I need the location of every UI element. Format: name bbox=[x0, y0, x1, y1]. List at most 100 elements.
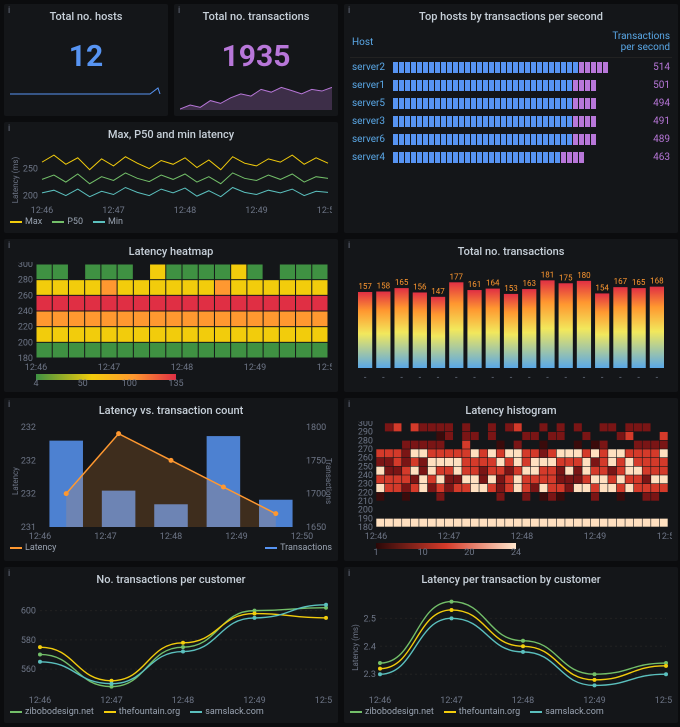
svg-text:1: 1 bbox=[373, 548, 378, 555]
svg-text:2.3: 2.3 bbox=[364, 670, 377, 680]
host-name[interactable]: server5 bbox=[350, 94, 391, 112]
svg-text:220: 220 bbox=[18, 323, 33, 333]
svg-text:200: 200 bbox=[18, 338, 33, 348]
svg-text:-: - bbox=[601, 373, 604, 382]
info-icon[interactable]: i bbox=[8, 400, 10, 410]
svg-text:12:50: 12:50 bbox=[317, 206, 332, 215]
svg-text:164: 164 bbox=[486, 279, 500, 288]
panel-title: Latency per transaction by customer bbox=[350, 573, 672, 586]
spark-area bbox=[180, 86, 332, 110]
svg-text:135: 135 bbox=[168, 379, 183, 386]
info-icon[interactable]: i bbox=[348, 569, 350, 579]
panel-lat-customer[interactable]: i Latency per transaction by customer 2.… bbox=[344, 567, 678, 723]
panel-total-tx-small[interactable]: i Total no. transactions 1935 bbox=[174, 4, 338, 116]
svg-text:280: 280 bbox=[18, 276, 33, 286]
svg-text:250: 250 bbox=[358, 462, 373, 472]
info-icon[interactable]: i bbox=[348, 400, 350, 410]
svg-text:154: 154 bbox=[595, 283, 609, 292]
host-name[interactable]: server2 bbox=[350, 58, 391, 77]
svg-text:290: 290 bbox=[358, 428, 373, 438]
host-value: 491 bbox=[610, 112, 672, 130]
host-name[interactable]: server1 bbox=[350, 76, 391, 94]
svg-text:-: - bbox=[492, 373, 495, 382]
svg-text:Latency (ms): Latency (ms) bbox=[11, 157, 20, 204]
svg-text:300: 300 bbox=[358, 421, 373, 429]
svg-text:-: - bbox=[546, 373, 549, 382]
host-name[interactable]: server6 bbox=[350, 130, 391, 148]
svg-text:12:49: 12:49 bbox=[244, 363, 266, 372]
svg-text:12:50: 12:50 bbox=[315, 696, 332, 705]
svg-text:12:49: 12:49 bbox=[583, 696, 605, 705]
svg-text:-: - bbox=[510, 373, 513, 382]
stat-value: 12 bbox=[10, 27, 162, 86]
svg-text:Transactions: Transactions bbox=[324, 458, 332, 504]
panel-title: No. transactions per customer bbox=[10, 573, 332, 586]
panel-title: Total no. hosts bbox=[10, 10, 162, 23]
table-row[interactable]: server4463 bbox=[350, 148, 672, 166]
info-icon[interactable]: i bbox=[178, 6, 180, 16]
svg-text:181: 181 bbox=[541, 270, 555, 279]
svg-text:-: - bbox=[473, 373, 476, 382]
svg-text:12:48: 12:48 bbox=[512, 696, 534, 705]
svg-text:230: 230 bbox=[358, 480, 373, 490]
svg-text:232: 232 bbox=[21, 456, 36, 466]
panel-latency-triple[interactable]: i Max, P50 and min latency 200250Latency… bbox=[4, 122, 338, 233]
svg-text:165: 165 bbox=[632, 278, 646, 287]
info-icon[interactable]: i bbox=[8, 569, 10, 579]
color-scale: 1102024 bbox=[350, 541, 672, 555]
info-icon[interactable]: i bbox=[8, 241, 10, 251]
svg-text:1800: 1800 bbox=[306, 423, 326, 433]
svg-text:190: 190 bbox=[358, 514, 373, 524]
combo-chart: 2312322322321650170017501800LatencyTrans… bbox=[10, 421, 332, 541]
panel-tx-customer[interactable]: i No. transactions per customer 56058060… bbox=[4, 567, 338, 723]
panel-title: Total no. transactions bbox=[180, 10, 332, 23]
svg-text:12:48: 12:48 bbox=[160, 532, 182, 541]
svg-text:12:49: 12:49 bbox=[243, 696, 265, 705]
table-row[interactable]: server1501 bbox=[350, 76, 672, 94]
svg-text:-: - bbox=[656, 373, 659, 382]
legend: MaxP50Min bbox=[10, 217, 332, 227]
svg-text:12:50: 12:50 bbox=[655, 696, 672, 705]
svg-text:232: 232 bbox=[21, 490, 36, 500]
table-row[interactable]: server3 491 bbox=[350, 112, 672, 130]
panel-lat-vs-tx[interactable]: i Latency vs. transaction count 23123223… bbox=[4, 398, 338, 561]
info-icon[interactable]: i bbox=[8, 6, 10, 16]
svg-text:168: 168 bbox=[650, 277, 664, 286]
svg-text:100: 100 bbox=[122, 379, 137, 386]
table-row[interactable]: server5494 bbox=[350, 94, 672, 112]
col-host[interactable]: Host bbox=[350, 27, 391, 58]
panel-lat-histogram[interactable]: i Latency histogram 18019020021022023024… bbox=[344, 398, 678, 561]
svg-text:260: 260 bbox=[358, 454, 373, 464]
svg-text:Latency (ms): Latency (ms) bbox=[351, 624, 360, 671]
svg-text:2.5: 2.5 bbox=[364, 614, 377, 624]
legend-item: Latency bbox=[25, 543, 56, 553]
info-icon[interactable]: i bbox=[348, 241, 350, 251]
host-name[interactable]: server4 bbox=[350, 148, 391, 166]
svg-text:12:47: 12:47 bbox=[440, 696, 462, 705]
svg-text:240: 240 bbox=[18, 307, 33, 317]
svg-text:Latency: Latency bbox=[11, 467, 20, 495]
table-row[interactable]: server2514 bbox=[350, 58, 672, 77]
svg-text:-: - bbox=[528, 373, 531, 382]
svg-text:280: 280 bbox=[358, 436, 373, 446]
col-val[interactable]: Transactions per second bbox=[610, 27, 672, 58]
info-icon[interactable]: i bbox=[348, 6, 350, 16]
svg-text:12:50: 12:50 bbox=[317, 363, 332, 372]
legend-item: Transactions bbox=[280, 543, 332, 553]
panel-top-hosts[interactable]: i Top hosts by transactions per second H… bbox=[344, 4, 678, 233]
stat-value: 1935 bbox=[180, 27, 332, 86]
svg-text:-: - bbox=[419, 373, 422, 382]
table-row[interactable]: server6 489 bbox=[350, 130, 672, 148]
panel-total-hosts[interactable]: i Total no. hosts 12 bbox=[4, 4, 168, 116]
svg-text:175: 175 bbox=[559, 273, 573, 282]
panel-latency-heatmap[interactable]: i Latency heatmap 1802002202402602803001… bbox=[4, 239, 338, 392]
svg-text:12:48: 12:48 bbox=[171, 363, 193, 372]
heatmap: 1801902002102202302402502602702802903001… bbox=[350, 421, 672, 541]
svg-text:12:48: 12:48 bbox=[511, 532, 533, 541]
svg-text:260: 260 bbox=[18, 291, 33, 301]
panel-tx-bars[interactable]: i Total no. transactions 157-158-165-156… bbox=[344, 239, 678, 392]
host-value: 489 bbox=[610, 130, 672, 148]
info-icon[interactable]: i bbox=[8, 124, 10, 134]
host-name[interactable]: server3 bbox=[350, 112, 391, 130]
svg-text:12:47: 12:47 bbox=[94, 532, 116, 541]
